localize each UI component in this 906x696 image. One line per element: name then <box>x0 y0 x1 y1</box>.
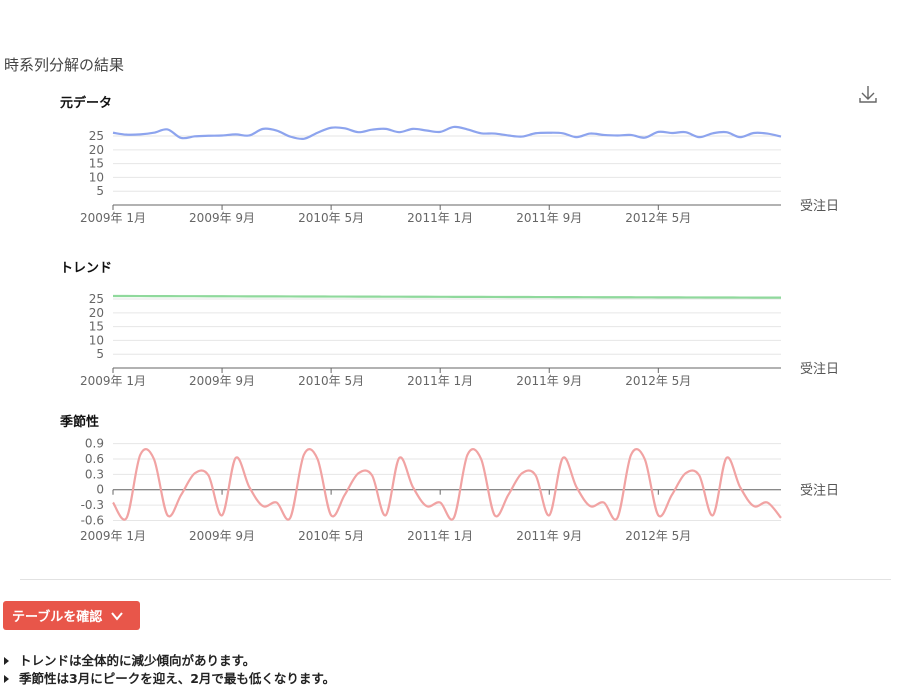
x-tick-label: 2012年 5月 <box>625 529 691 543</box>
divider <box>20 579 891 580</box>
x-tick-label: 2009年 9月 <box>189 529 255 543</box>
y-tick-label: 15 <box>89 320 104 334</box>
y-tick-label: 10 <box>89 170 104 184</box>
chart-title-original: 元データ <box>60 95 112 111</box>
y-tick-label: 0 <box>96 483 104 497</box>
y-tick-label: 25 <box>89 292 104 306</box>
chart-title-trend: トレンド <box>60 261 112 276</box>
y-tick-label: 20 <box>89 306 104 320</box>
y-tick-label: 0.6 <box>85 452 104 466</box>
x-tick-label: 2011年 9月 <box>516 529 582 543</box>
x-tick-label: 2010年 5月 <box>298 529 364 543</box>
x-tick-label: 2012年 5月 <box>625 374 691 388</box>
note-item: トレンドは全体的に減少傾向があります。 <box>4 652 335 670</box>
y-tick-label: 0.9 <box>85 437 104 451</box>
chevron-down-icon <box>110 609 124 623</box>
series-line-seasonal <box>112 448 782 521</box>
y-tick-label: 25 <box>89 129 104 143</box>
notes-list: トレンドは全体的に減少傾向があります。 季節性は3月にピークを迎え、2月で最も低… <box>4 652 335 688</box>
x-tick-label: 2009年 9月 <box>189 374 255 388</box>
x-tick-label: 2011年 1月 <box>407 211 473 225</box>
y-tick-label: 0.3 <box>85 467 104 481</box>
note-item: 季節性は3月にピークを迎え、2月で最も低くなります。 <box>4 670 335 688</box>
note-text: 季節性は3月にピークを迎え、2月で最も低くなります。 <box>19 671 336 686</box>
y-tick-label: 5 <box>96 184 104 198</box>
note-text: トレンドは全体的に減少傾向があります。 <box>19 653 256 668</box>
x-tick-label: 2009年 1月 <box>80 374 146 388</box>
y-tick-label: 5 <box>96 347 104 361</box>
x-tick-label: 2009年 1月 <box>80 211 146 225</box>
x-tick-label: 2011年 1月 <box>407 529 473 543</box>
y-tick-label: -0.3 <box>81 498 104 512</box>
decomposition-charts: 元データ5101520252009年 1月 2009年 9月 2010年 5月 201… <box>59 95 839 543</box>
x-tick-label: 2012年 5月 <box>625 211 691 225</box>
y-tick-label: 10 <box>89 333 104 347</box>
x-tick-label: 2010年 5月 <box>298 211 364 225</box>
y-tick-label: -0.6 <box>81 513 104 527</box>
x-tick-label: 2009年 1月 <box>80 529 146 543</box>
view-table-button[interactable]: テーブルを確認 <box>3 601 140 630</box>
x-tick-label: 2011年 1月 <box>407 374 473 388</box>
series-line-trend <box>112 294 782 299</box>
x-axis-label-original: 受注日 <box>800 199 839 214</box>
x-tick-label: 2009年 9月 <box>189 211 255 225</box>
view-table-button-label: テーブルを確認 <box>12 610 103 625</box>
x-axis-label-seasonal: 受注日 <box>800 484 839 499</box>
x-tick-label: 2010年 5月 <box>298 374 364 388</box>
chart-title-seasonal: 季節性 <box>59 414 99 430</box>
series-line-original <box>112 125 782 141</box>
bullet-icon <box>4 675 9 683</box>
y-tick-label: 15 <box>89 157 104 171</box>
y-tick-label: 20 <box>89 143 104 157</box>
x-axis-label-trend: 受注日 <box>800 362 839 377</box>
x-tick-label: 2011年 9月 <box>516 211 582 225</box>
x-tick-label: 2011年 9月 <box>516 374 582 388</box>
bullet-icon <box>4 657 9 665</box>
